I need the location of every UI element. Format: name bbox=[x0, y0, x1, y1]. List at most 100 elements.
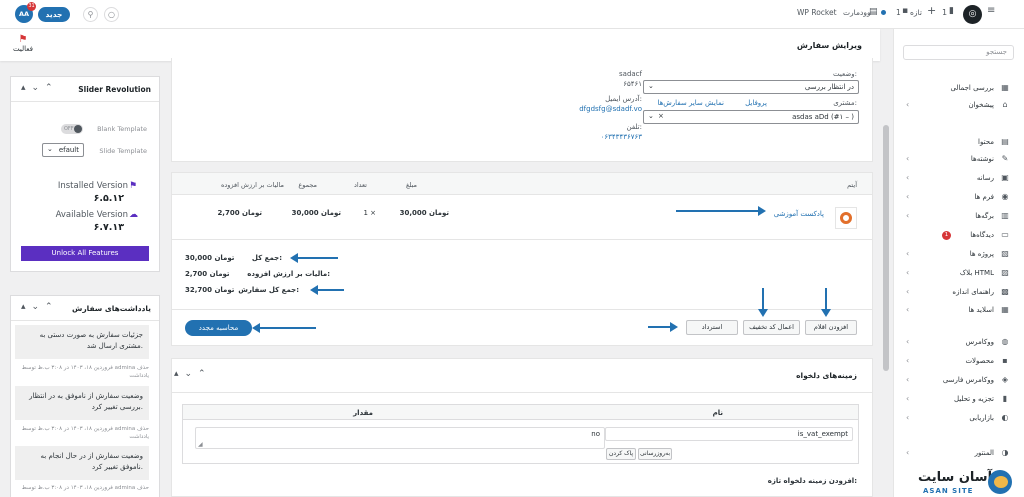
chevron-left-icon[interactable]: ‹ bbox=[906, 287, 909, 296]
sidebar-item-label: برگه‌ها bbox=[975, 212, 994, 220]
unlock-all-features-button[interactable]: Unlock All Features bbox=[21, 246, 149, 261]
sidebar-item[interactable]: ▥ برگه‌ها ‹ bbox=[894, 210, 1024, 224]
sidebar-item[interactable]: ▪ محصولات ‹ bbox=[894, 355, 1024, 369]
resize-handle-icon[interactable]: ◢ bbox=[198, 441, 203, 448]
chevron-down-icon: ⌄ bbox=[648, 82, 654, 90]
phone-link[interactable]: ۰۶۳۴۳۴۳۶۷۶۳ bbox=[601, 133, 642, 141]
box-controls[interactable]: ▴⌄⌃ bbox=[21, 83, 59, 93]
delete-custom-field-button[interactable]: پاک کردن bbox=[606, 448, 636, 460]
chevron-left-icon[interactable]: ‹ bbox=[906, 173, 909, 182]
order-note-meta[interactable]: فروردین ۱۸، ۱۴۰۳ در ۳:۰۸ ب.ظ توسط admina… bbox=[15, 484, 149, 494]
search-icon[interactable]: ○ bbox=[104, 7, 119, 22]
chevron-left-icon[interactable]: ‹ bbox=[906, 305, 909, 314]
sidebar-item[interactable]: ▮ تجزیه و تحلیل ‹ bbox=[894, 393, 1024, 407]
chevron-left-icon[interactable]: ‹ bbox=[906, 154, 909, 163]
sidebar-item[interactable]: ▩ راهنمای اندازه ‹ bbox=[894, 286, 1024, 300]
sidebar-item[interactable]: ✎ نوشته‌ها ‹ bbox=[894, 153, 1024, 167]
sidebar-item[interactable]: ◉ فرم ها ‹ bbox=[894, 191, 1024, 205]
comments-count[interactable]: 1 bbox=[896, 8, 901, 17]
col-cost: مبلغ bbox=[405, 181, 417, 189]
chevron-left-icon[interactable]: ‹ bbox=[906, 211, 909, 220]
box-controls[interactable]: ▴⌄⌃ bbox=[21, 302, 59, 312]
chevron-left-icon[interactable]: ‹ bbox=[906, 448, 909, 457]
site-logo-icon[interactable]: ◎ bbox=[963, 5, 982, 24]
sidebar-search-input[interactable]: جستجو bbox=[903, 45, 1014, 60]
chevron-left-icon[interactable]: ‹ bbox=[906, 394, 909, 403]
order-note-meta[interactable]: فروردین ۱۸، ۱۴۰۳ در ۳:۰۸ ب.ظ توسط admina… bbox=[15, 425, 149, 441]
woodmart-menu[interactable]: وودمارت bbox=[843, 8, 871, 17]
page-icon: ▥ bbox=[1001, 211, 1009, 220]
available-version-label: Available Version bbox=[55, 210, 128, 220]
sidebar-item[interactable]: ▤ محتوا bbox=[894, 136, 1024, 150]
sidebar-item-label: ووکامرس فارسی bbox=[942, 376, 994, 384]
other-orders-link[interactable]: نمایش سایر سفارش‌ها bbox=[657, 99, 724, 107]
col-qty: تعداد bbox=[353, 181, 367, 189]
sidebar-item-label: ووکامرس bbox=[965, 338, 994, 346]
chevron-left-icon[interactable]: ‹ bbox=[906, 249, 909, 258]
main-scrollbar[interactable] bbox=[881, 61, 891, 497]
email-link[interactable]: dfgdsfg@sdadf.vo bbox=[579, 105, 642, 113]
customer-select[interactable]: ⌄ × asdas aDd (#۱ – ) bbox=[643, 110, 859, 124]
custom-fields-table: نام مقدار is_vat_exempt no ◢ پاک کردن به… bbox=[182, 404, 859, 464]
product-image-icon bbox=[840, 212, 852, 224]
hamburger-menu-icon[interactable]: ≡ bbox=[987, 5, 995, 16]
order-note-meta[interactable]: فروردین ۱۸، ۱۴۰۳ در ۳:۰۸ ب.ظ توسط admina… bbox=[15, 364, 149, 380]
add-item-button[interactable]: افزودن اقلام bbox=[805, 320, 857, 335]
update-custom-field-button[interactable]: به‌روزرسانی bbox=[638, 448, 672, 460]
activity-button[interactable]: ⚑ فعالیت bbox=[12, 34, 34, 53]
chevron-left-icon[interactable]: ‹ bbox=[906, 413, 909, 422]
flag-icon: ⚑ bbox=[129, 181, 138, 191]
ruler-icon: ▩ bbox=[1001, 287, 1009, 296]
refund-button[interactable]: استرداد bbox=[686, 320, 738, 335]
sidebar-item[interactable]: ▣ رسانه ‹ bbox=[894, 172, 1024, 186]
sidebar-item-label: رسانه bbox=[976, 174, 994, 182]
sidebar-item-label: نوشته‌ها bbox=[970, 155, 994, 163]
wp-rocket-menu[interactable]: WP Rocket bbox=[797, 8, 837, 17]
custom-fields-panel: زمینه‌های دلخواه ▴⌄⌃ نام مقدار is_vat_ex… bbox=[171, 358, 873, 497]
link-icon[interactable]: ⚲ bbox=[83, 7, 98, 22]
chevron-left-icon[interactable]: ‹ bbox=[906, 375, 909, 384]
apply-coupon-button[interactable]: اعمال کد تخفیف bbox=[743, 320, 800, 335]
sidebar-item[interactable]: ▧ پروژه ها ‹ bbox=[894, 248, 1024, 262]
email-label: آدرس ایمیل: bbox=[605, 95, 642, 103]
order-status-select[interactable]: ⌄ در انتظار بررسی bbox=[643, 80, 859, 94]
custom-field-value-textarea[interactable]: no ◢ bbox=[195, 427, 605, 449]
sidebar-item[interactable]: ◍ ووکامرس ‹ bbox=[894, 336, 1024, 350]
add-custom-field-label: افزودن زمینه دلخواه تازه: bbox=[767, 477, 857, 485]
sidebar-item[interactable]: ▭ دیدگاه‌ها 1 bbox=[894, 229, 1024, 243]
sidebar-item[interactable]: ▦ بررسی اجمالی bbox=[894, 82, 1024, 96]
order-note: وضعیت سفارش از ناموفق به در انتظار بررسی… bbox=[15, 386, 149, 420]
chevron-left-icon[interactable]: ‹ bbox=[906, 268, 909, 277]
sidebar-item[interactable]: ▨ بلاک HTML ‹ bbox=[894, 267, 1024, 281]
blank-template-toggle[interactable]: OFF bbox=[61, 124, 83, 134]
recalculate-button[interactable]: محاسبه مجدد bbox=[185, 320, 252, 336]
slide-template-select[interactable]: ⌄ efault bbox=[42, 143, 84, 157]
chevron-left-icon[interactable]: ‹ bbox=[906, 100, 909, 109]
updates-icon[interactable]: ▮ bbox=[949, 6, 954, 16]
plus-icon[interactable]: + bbox=[927, 4, 936, 17]
sidebar-item[interactable]: ⌂ پیشخوان ‹ bbox=[894, 99, 1024, 113]
comment-icon[interactable]: ▪ bbox=[902, 6, 908, 16]
divider bbox=[172, 239, 872, 240]
new-button[interactable]: جدید bbox=[38, 7, 70, 22]
sidebar-item[interactable]: ◐ بازاریابی ‹ bbox=[894, 412, 1024, 426]
clear-x-icon[interactable]: × bbox=[658, 112, 664, 120]
woodmart-icon[interactable]: ▤ bbox=[869, 7, 878, 17]
chevron-left-icon[interactable]: ‹ bbox=[906, 337, 909, 346]
sidebar-item[interactable]: ◈ ووکامرس فارسی ‹ bbox=[894, 374, 1024, 388]
profile-link[interactable]: پروفایل bbox=[745, 99, 767, 107]
new-content-menu[interactable]: تازه bbox=[910, 8, 922, 17]
chevron-left-icon[interactable]: ‹ bbox=[906, 356, 909, 365]
products-icon: ▪ bbox=[1002, 356, 1008, 365]
updates-count[interactable]: 1 bbox=[942, 8, 947, 17]
chevron-left-icon[interactable]: ‹ bbox=[906, 192, 909, 201]
activity-label: فعالیت bbox=[13, 45, 33, 53]
custom-field-name-input[interactable]: is_vat_exempt bbox=[605, 427, 853, 441]
sidebar-item[interactable]: ◑ المنتور ‹ bbox=[894, 447, 1024, 461]
scrollbar-thumb[interactable] bbox=[883, 125, 889, 371]
media-icon: ▣ bbox=[1001, 173, 1009, 182]
product-link[interactable]: پادکست آموزشی bbox=[774, 210, 824, 218]
brand-name-fa: آسان سایت bbox=[918, 470, 993, 485]
sidebar-item[interactable]: ▦ اسلاید ها ‹ bbox=[894, 304, 1024, 318]
box-controls[interactable]: ▴⌄⌃ bbox=[174, 369, 212, 379]
